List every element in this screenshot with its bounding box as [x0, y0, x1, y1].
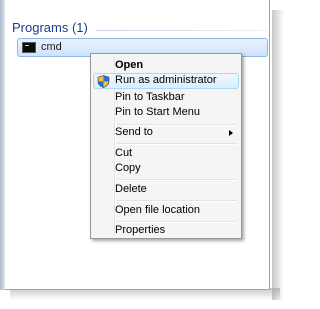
menu-item-label: Delete — [115, 183, 147, 195]
menu-item-label: Open — [115, 59, 144, 71]
section-divider — [96, 30, 268, 31]
menu-item-label: Pin to Start Menu — [115, 106, 200, 118]
menu-item-label: Open file location — [115, 204, 200, 216]
result-label: cmd — [41, 41, 62, 53]
menu-item-label: Run as administrator — [115, 74, 217, 86]
menu-item-open-file-location[interactable]: Open file location — [93, 203, 239, 219]
uac-shield-icon — [97, 75, 110, 88]
card-shadow-right — [272, 10, 284, 300]
menu-item-label: Properties — [115, 224, 166, 236]
menu-item-properties[interactable]: Properties — [93, 223, 239, 239]
menu-item-pin-to-taskbar[interactable]: Pin to Taskbar — [93, 90, 239, 106]
menu-item-label: Pin to Taskbar — [115, 91, 185, 103]
menu-item-delete[interactable]: Delete — [93, 182, 239, 198]
menu-item-copy[interactable]: Copy — [93, 161, 239, 177]
screenshot-stage: Programs (1) cmd Open Run as administrat… — [0, 0, 296, 309]
menu-item-send-to[interactable]: Send to — [93, 125, 239, 141]
cmd-console-icon — [22, 42, 36, 53]
menu-item-label: Copy — [115, 162, 141, 174]
menu-item-open[interactable]: Open — [93, 58, 239, 74]
submenu-arrow-icon — [229, 130, 233, 136]
menu-item-cut[interactable]: Cut — [93, 146, 239, 162]
menu-item-label: Send to — [115, 126, 153, 138]
menu-item-label: Cut — [115, 147, 133, 159]
menu-separator — [117, 200, 237, 202]
menu-separator — [117, 143, 237, 145]
menu-separator — [117, 179, 237, 181]
menu-item-pin-to-start-menu[interactable]: Pin to Start Menu — [93, 105, 239, 121]
panel-left-edge — [0, 0, 5, 290]
context-menu: Open Run as administrator Pin to Taskbar… — [90, 53, 242, 239]
programs-section-title: Programs (1) — [12, 20, 88, 35]
menu-item-run-as-administrator[interactable]: Run as administrator — [93, 73, 239, 89]
